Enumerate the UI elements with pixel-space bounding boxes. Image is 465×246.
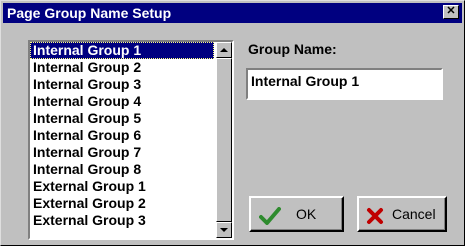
group-name-label: Group Name: [248,41,337,57]
cancel-label: Cancel [392,206,436,222]
title-bar[interactable]: Page Group Name Setup ✕ [3,3,462,23]
list-item[interactable]: Internal Group 6 [30,127,214,144]
arrow-up-icon [220,48,228,52]
scroll-up-button[interactable] [216,42,232,58]
list-item[interactable]: Internal Group 8 [30,161,214,178]
dialog-window: Page Group Name Setup ✕ Internal Group 1… [0,0,465,246]
list-item[interactable]: Internal Group 5 [30,110,214,127]
scroll-down-button[interactable] [216,222,232,238]
arrow-down-icon [220,228,228,232]
x-icon [367,208,383,224]
list-item[interactable]: External Group 2 [30,195,214,212]
list-item[interactable]: Internal Group 1 [30,42,214,59]
list-scrollbar[interactable] [216,42,232,238]
check-icon [259,207,281,225]
ok-label: OK [296,206,317,222]
window-title: Page Group Name Setup [7,5,172,21]
list-item[interactable]: External Group 3 [30,212,214,229]
scroll-thumb[interactable] [216,58,232,222]
group-listbox[interactable]: Internal Group 1 Internal Group 2 Intern… [28,40,234,240]
list-item[interactable]: External Group 1 [30,178,214,195]
group-list: Internal Group 1 Internal Group 2 Intern… [30,42,214,229]
list-item[interactable]: Internal Group 4 [30,93,214,110]
close-button[interactable]: ✕ [443,5,459,19]
list-item[interactable]: Internal Group 3 [30,76,214,93]
cancel-button[interactable]: Cancel [357,196,447,232]
ok-button[interactable]: OK [249,196,344,232]
list-item[interactable]: Internal Group 2 [30,59,214,76]
group-name-input[interactable]: Internal Group 1 [246,68,443,100]
close-icon: ✕ [446,5,456,17]
list-item[interactable]: Internal Group 7 [30,144,214,161]
